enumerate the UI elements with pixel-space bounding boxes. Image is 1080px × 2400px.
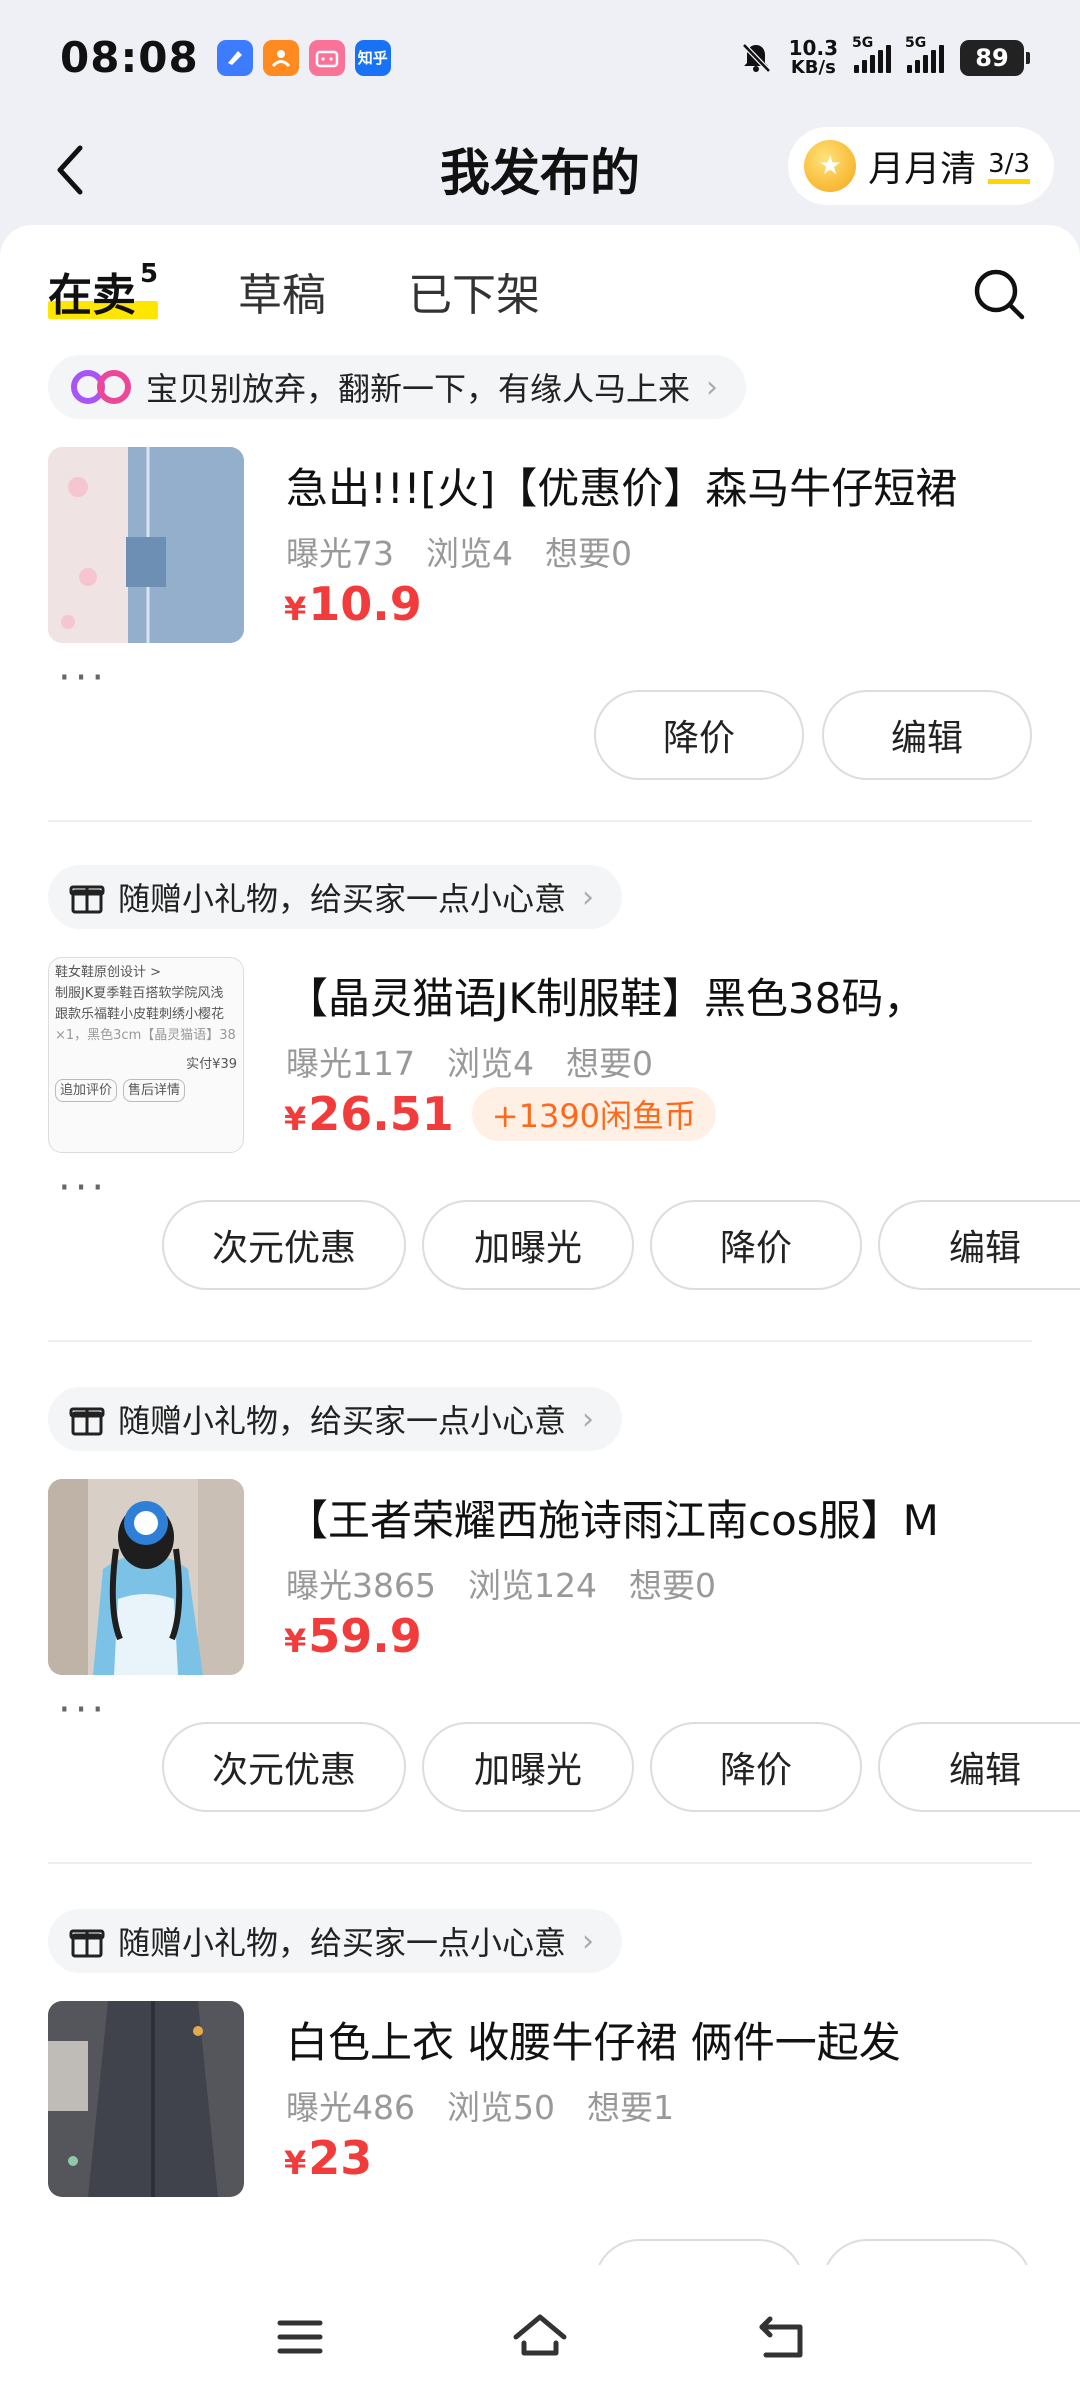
header: 我发布的 ★ 月月清 3/3 xyxy=(0,115,1080,225)
orange-app-icon xyxy=(262,39,299,76)
listing-tip[interactable]: 随赠小礼物，给买家一点小心意 › xyxy=(48,1909,623,1973)
reduce-price-button[interactable]: 降价 xyxy=(650,1200,862,1290)
listing-stats: 曝光486 浏览50 想要1 xyxy=(286,2088,674,2127)
status-bar: 08:08 知乎 10.3 KB/s 5G 5G 89 xyxy=(0,0,1080,115)
chevron-right-icon: › xyxy=(582,1923,595,1959)
more-options-icon[interactable]: ··· xyxy=(58,1165,108,1211)
notification-app-icons: 知乎 xyxy=(216,39,391,76)
network-speed: 10.3 KB/s xyxy=(788,35,838,78)
monthly-label: 月月清 xyxy=(868,149,977,190)
anime-discount-button[interactable]: 次元优惠 xyxy=(162,1722,406,1812)
more-options-icon[interactable]: ··· xyxy=(58,1687,108,1733)
refresh-loop-icon xyxy=(71,370,131,404)
reduce-price-button[interactable]: 降价 xyxy=(594,690,804,780)
status-time: 08:08 xyxy=(60,33,199,82)
edit-button[interactable]: 编辑 xyxy=(878,1722,1080,1812)
tab-on-sale-count: 5 xyxy=(140,259,159,289)
tab-on-sale[interactable]: 在卖 5 xyxy=(48,259,159,323)
menu-icon[interactable] xyxy=(270,2307,330,2367)
anime-discount-button[interactable]: 次元优惠 xyxy=(162,1200,406,1290)
boost-exposure-button[interactable]: 加曝光 xyxy=(422,1200,634,1290)
edit-button[interactable] xyxy=(822,2239,1032,2265)
listing-title[interactable]: 【王者荣耀西施诗雨江南cos服】M xyxy=(286,1487,1046,1548)
signal-icon-2: 5G xyxy=(905,35,944,73)
listing-tip[interactable]: 随赠小礼物，给买家一点小心意 › xyxy=(48,865,623,929)
product-thumbnail[interactable] xyxy=(48,2001,244,2197)
product-thumbnail[interactable] xyxy=(48,447,244,643)
coins-reward-badge: +1390闲鱼币 xyxy=(471,1087,717,1141)
coin-bag-icon: ★ xyxy=(804,140,857,192)
divider xyxy=(48,1340,1032,1342)
blue-app-icon xyxy=(216,39,253,76)
listing-price: ¥26.51 +1390闲鱼币 xyxy=(284,1087,717,1141)
edit-button[interactable]: 编辑 xyxy=(822,690,1032,780)
divider xyxy=(48,1862,1032,1864)
search-icon[interactable] xyxy=(970,265,1030,325)
listing-title[interactable]: 急出!!![火]【优惠价】森马牛仔短裙 xyxy=(286,455,1046,516)
gift-icon xyxy=(69,1929,105,1958)
monthly-count: 3/3 xyxy=(988,149,1030,184)
more-options-icon[interactable]: ··· xyxy=(58,655,108,701)
gift-icon xyxy=(69,885,105,914)
listing-tip[interactable]: 宝贝别放弃，翻新一下，有缘人马上来 › xyxy=(48,355,747,419)
tab-delisted[interactable]: 已下架 xyxy=(408,259,540,323)
listing-price: ¥59.9 xyxy=(284,1609,422,1663)
edit-button[interactable]: 编辑 xyxy=(878,1200,1080,1290)
listing-title[interactable]: 白色上衣 收腰牛仔裙 俩件一起发 xyxy=(286,2009,1046,2070)
listing-stats: 曝光3865 浏览124 想要0 xyxy=(286,1566,716,1605)
system-nav-bar xyxy=(0,2265,1080,2400)
mute-bell-icon xyxy=(741,42,771,73)
product-thumbnail[interactable]: 鞋女鞋原创设计 > 制服JK夏季鞋百搭软学院风浅 跟款乐福鞋小皮鞋刺绣小樱花 ×… xyxy=(48,957,244,1153)
tab-drafts[interactable]: 草稿 xyxy=(238,259,326,323)
battery-indicator: 89 xyxy=(960,39,1030,76)
monthly-clear-chip[interactable]: ★ 月月清 3/3 xyxy=(788,127,1054,205)
home-icon[interactable] xyxy=(510,2307,570,2367)
back-nav-icon[interactable] xyxy=(752,2307,812,2367)
gift-icon xyxy=(69,1407,105,1436)
listing-price: ¥10.9 xyxy=(284,577,422,631)
tab-bar: 在卖 5 草稿 已下架 xyxy=(0,225,1080,355)
chevron-right-icon: › xyxy=(582,879,595,915)
reduce-price-button[interactable] xyxy=(594,2239,804,2265)
signal-icon-1: 5G xyxy=(852,35,891,73)
main-panel: 在卖 5 草稿 已下架 宝贝别放弃，翻新一下，有缘人马上来 › 急出!!![火]… xyxy=(0,225,1080,2265)
product-thumbnail[interactable] xyxy=(48,1479,244,1675)
reduce-price-button[interactable]: 降价 xyxy=(650,1722,862,1812)
listing-title[interactable]: 【晶灵猫语JK制服鞋】黑色38码， xyxy=(286,965,1046,1026)
chevron-right-icon: › xyxy=(582,1401,595,1437)
chevron-right-icon: › xyxy=(706,369,719,405)
listing-stats: 曝光117 浏览4 想要0 xyxy=(286,1044,653,1083)
boost-exposure-button[interactable]: 加曝光 xyxy=(422,1722,634,1812)
bilibili-icon xyxy=(308,39,345,76)
listing-stats: 曝光73 浏览4 想要0 xyxy=(286,534,632,573)
listing-price: ¥23 xyxy=(284,2131,373,2185)
zhihu-icon: 知乎 xyxy=(354,39,391,76)
listing-tip[interactable]: 随赠小礼物，给买家一点小心意 › xyxy=(48,1387,623,1451)
divider xyxy=(48,820,1032,822)
